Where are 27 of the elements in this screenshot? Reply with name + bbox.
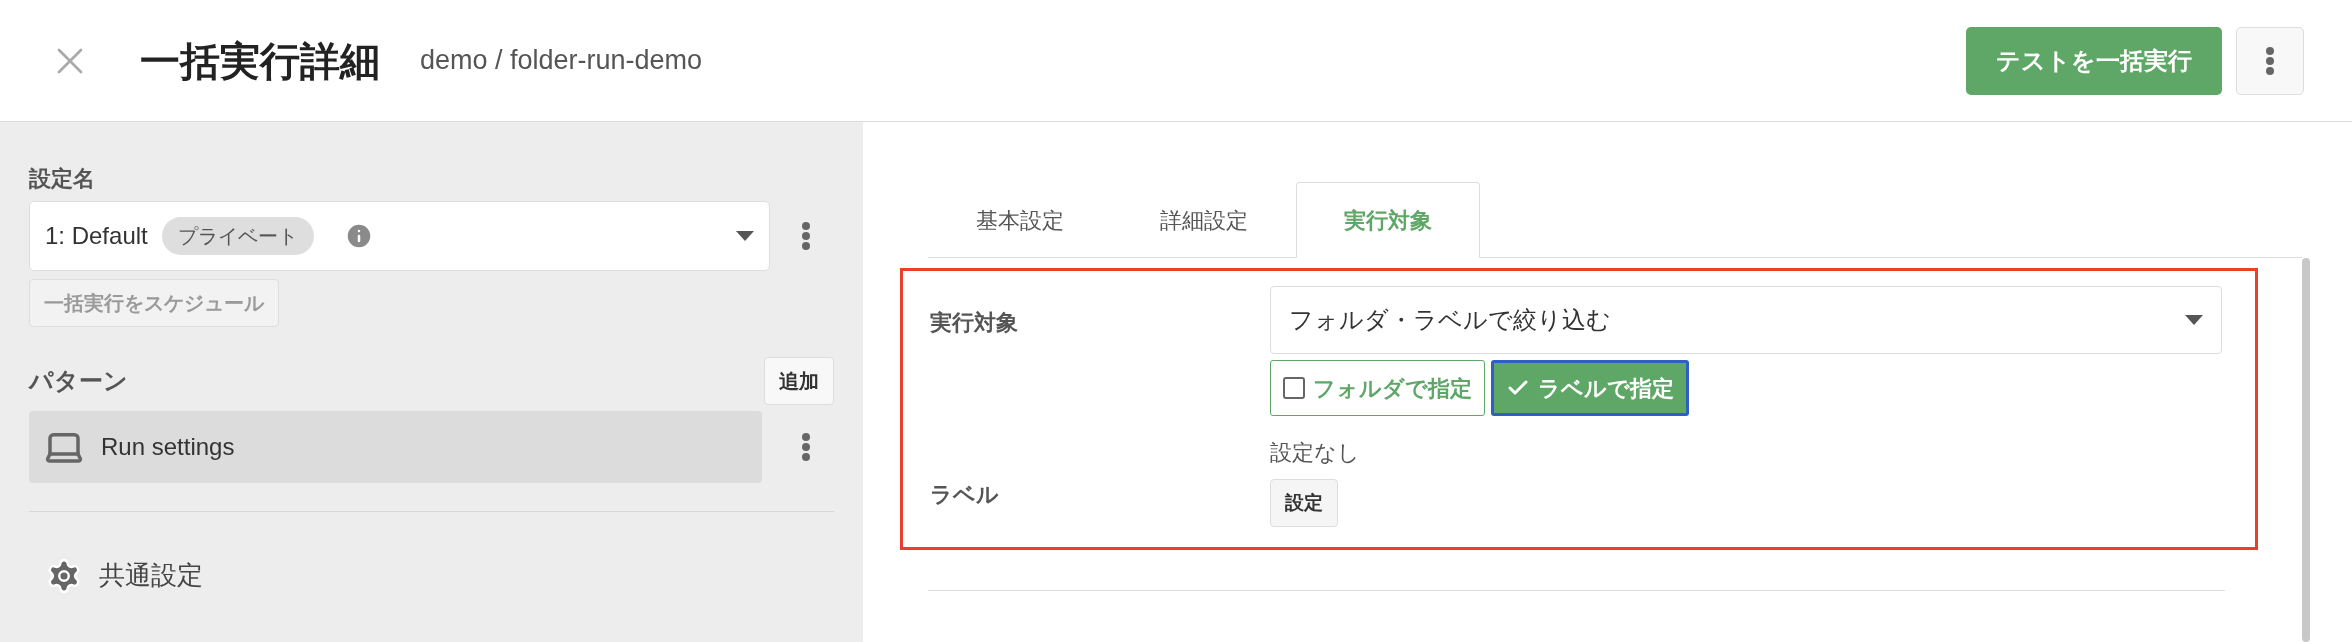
kebab-icon [802, 222, 810, 250]
checkbox [1283, 377, 1305, 399]
add-button[interactable]: 追加 [764, 357, 834, 405]
pattern-item[interactable]: Run settings [29, 411, 762, 483]
common-settings-link[interactable]: 共通設定 [99, 556, 203, 595]
dropdown-caret-icon [736, 231, 754, 241]
field-label: ラベル [930, 481, 1000, 509]
pattern-name: Run settings [101, 432, 235, 462]
page-title: 一括実行詳細 [140, 37, 380, 85]
select-value: フォルダ・ラベルで絞り込む [1289, 305, 1611, 335]
label-value: 設定なし [1270, 439, 1360, 467]
scrollbar[interactable] [2302, 258, 2310, 642]
dropdown-caret-icon [2185, 315, 2203, 325]
private-badge: プライベート [161, 217, 314, 255]
config-name-label: 設定名 [29, 165, 96, 193]
config-value: 1: Default [45, 221, 148, 251]
pattern-label: パターン [29, 366, 128, 396]
tab[interactable]: 基本設定 [928, 182, 1112, 258]
config-select[interactable]: 1: Default プライベート [29, 201, 770, 271]
set-label-button[interactable]: 設定 [1270, 479, 1338, 527]
project-path: demo / folder-run-demo [420, 44, 703, 78]
kebab-icon [2266, 46, 2274, 75]
target-select[interactable]: フォルダ・ラベルで絞り込む [1270, 286, 2222, 354]
field-label: 実行対象 [930, 309, 1019, 337]
more-button[interactable] [2236, 26, 2304, 95]
kebab-icon [802, 433, 810, 461]
tab[interactable]: 詳細設定 [1112, 182, 1296, 258]
